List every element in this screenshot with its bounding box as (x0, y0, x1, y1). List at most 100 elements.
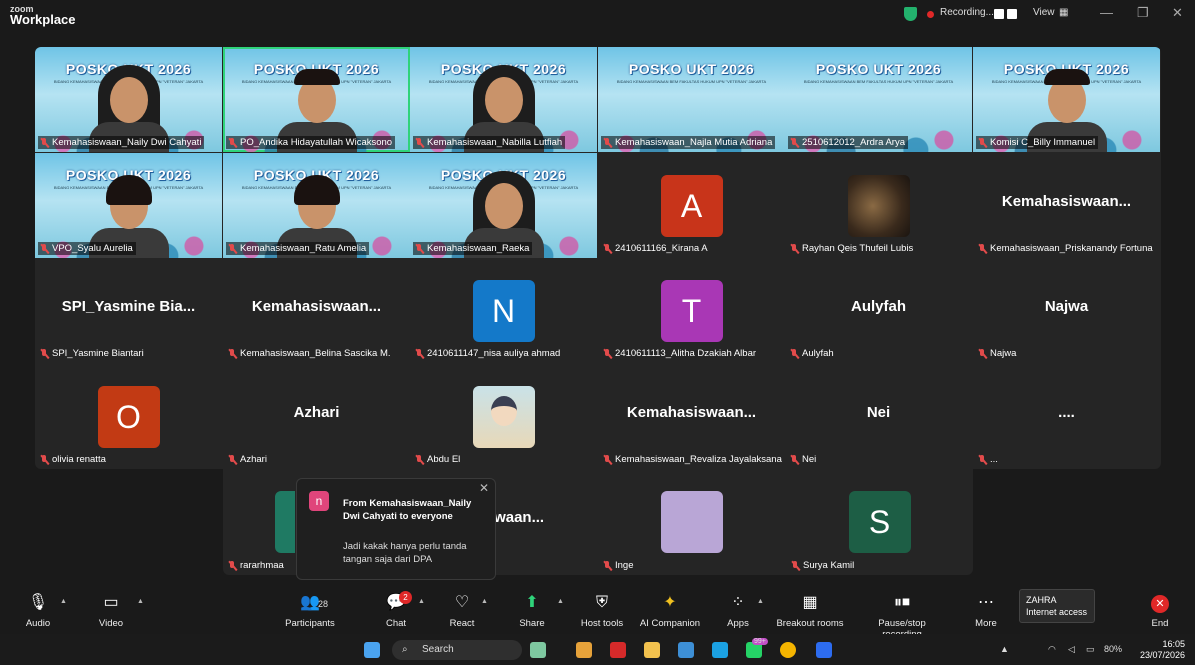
apps-options-chevron-icon[interactable]: ▲ (757, 598, 764, 605)
participant-tile[interactable]: POSKO UKT 2026BIDANG KEMAHASISWAAN BEM F… (785, 47, 972, 152)
pause-recording-icon[interactable] (994, 9, 1004, 19)
participant-tile[interactable]: S Surya Kamil (786, 469, 973, 575)
muted-mic-icon (978, 137, 987, 148)
breakout-rooms-button[interactable]: ▦ Breakout rooms (770, 592, 850, 629)
muted-mic-icon (415, 348, 424, 359)
audio-options-chevron-icon[interactable]: ▲ (60, 598, 67, 605)
participant-name-label: 2410611113_Alitha Dzakiah Albar (601, 347, 759, 360)
participant-tile[interactable]: POSKO UKT 2026BIDANG KEMAHASISWAAN BEM F… (410, 47, 597, 152)
muted-mic-icon (228, 454, 237, 465)
close-window-button[interactable]: ✕ (1172, 5, 1183, 21)
participant-tile[interactable]: POSKO UKT 2026BIDANG KEMAHASISWAAN BEM F… (410, 153, 597, 258)
participant-name-label: Kemahasiswaan_Naily Dwi Cahyati (38, 136, 205, 149)
close-icon[interactable]: ✕ (479, 481, 489, 495)
participant-display-name: Kemahasiswaan... (251, 298, 382, 315)
participant-tile[interactable]: POSKO UKT 2026BIDANG KEMAHASISWAAN BEM F… (223, 47, 410, 152)
participants-icon: 👥 (300, 594, 320, 611)
participant-tile[interactable]: Inge (598, 469, 785, 575)
chat-notification-message: Jadi kakak hanya perlu tanda tangan saja… (343, 541, 467, 565)
whatsapp-badge: 99+ (752, 638, 768, 645)
cartoon-face (490, 396, 517, 426)
edge-icon[interactable] (712, 642, 728, 658)
participants-button[interactable]: 👥 28 Participants (270, 592, 350, 629)
participant-name-label: Kemahasiswaan_Najla Mutia Adriana (601, 136, 776, 149)
participant-tile[interactable]: POSKO UKT 2026BIDANG KEMAHASISWAAN BEM F… (973, 47, 1160, 152)
participant-tile[interactable]: T 2410611113_Alitha Dzakiah Albar (598, 258, 785, 363)
react-options-chevron-icon[interactable]: ▲ (481, 598, 488, 605)
participant-tile[interactable]: SPI_Yasmine Bia... SPI_Yasmine Biantari (35, 258, 222, 363)
participant-name: Komisi C_Billy Immanuel (990, 137, 1096, 148)
participant-name-label: rararhmaa (226, 559, 287, 572)
participant-tile[interactable]: Kemahasiswaan... Kemahasiswaan_Belina Sas… (223, 258, 410, 363)
wifi-icon[interactable]: ◠ (1048, 644, 1056, 655)
participant-tile[interactable]: POSKO UKT 2026BIDANG KEMAHASISWAAN BEM F… (35, 153, 222, 258)
chat-notification-title: From Kemahasiswaan_Naily Dwi Cahyati to … (343, 498, 472, 522)
participant-avatar: A (660, 175, 723, 237)
participant-name-label: Najwa (976, 347, 1019, 360)
participant-name: VPO_Syalu Aurelia (52, 243, 133, 254)
encryption-shield-icon[interactable] (904, 7, 917, 21)
restore-button[interactable]: ❐ (1137, 5, 1149, 21)
participant-tile[interactable]: Nei Nei (785, 364, 972, 469)
muted-mic-icon (228, 348, 237, 359)
more-button[interactable]: ⋯ More (946, 592, 1026, 629)
taskbar-search[interactable]: ⌕ Search (392, 640, 522, 660)
participant-tile[interactable]: Aulyfah Aulyfah (785, 258, 972, 363)
participant-name: Aulyfah (802, 348, 834, 359)
volume-icon[interactable]: ◁ (1068, 644, 1075, 655)
network-tooltip: ZAHRA Internet access (1019, 589, 1095, 623)
virtual-background-title: POSKO UKT 2026 (815, 61, 942, 77)
participant-tile[interactable]: POSKO UKT 2026BIDANG KEMAHASISWAAN BEM F… (223, 153, 410, 258)
participant-tile[interactable]: A 2410611166_Kirana A (598, 153, 785, 258)
participant-tile[interactable]: Abdu El (410, 364, 597, 469)
apps-button[interactable]: ⁘ Apps (698, 592, 778, 629)
participant-tile[interactable]: Rayhan Qeis Thufeil Lubis (785, 153, 972, 258)
virtual-background-title: POSKO UKT 2026 (628, 61, 755, 77)
participant-tile[interactable]: Kemahasiswaan... Kemahasiswaan_Revaliza J… (598, 364, 785, 469)
store-icon[interactable] (678, 642, 694, 658)
participant-tile[interactable]: Najwa Najwa (973, 258, 1160, 363)
flowers-widget-icon[interactable] (530, 642, 546, 658)
muted-mic-icon (978, 243, 987, 254)
participant-name: Nei (802, 454, 817, 465)
participant-tile[interactable]: POSKO UKT 2026BIDANG KEMAHASISWAAN BEM F… (598, 47, 785, 152)
battery-icon[interactable]: ▭ (1086, 644, 1095, 655)
copilot-icon[interactable] (576, 642, 592, 658)
participant-tile[interactable]: POSKO UKT 2026BIDANG KEMAHASISWAAN BEM F… (35, 47, 222, 152)
grid-view-icon[interactable]: ▦ (1059, 7, 1068, 18)
participant-name: Abdu El (427, 454, 461, 465)
participant-tile[interactable]: N 2410611147_nisa auliya ahmad (410, 258, 597, 363)
muted-mic-icon (40, 348, 49, 359)
participant-display-name: Kemahasiswaan... (626, 404, 757, 421)
end-meeting-button[interactable]: ✕ End (1120, 592, 1195, 629)
show-hidden-icons-chevron-icon[interactable]: ▲ (1000, 644, 1009, 654)
participant-name: Kemahasiswaan_Ratu Amelia (240, 243, 367, 254)
battery-percent: 80% (1104, 644, 1123, 654)
windows-start-icon[interactable] (364, 642, 380, 658)
muted-mic-icon (603, 137, 612, 148)
participant-name-label: PO_Andika Hidayatullah Wicaksono (226, 136, 396, 149)
video-options-chevron-icon[interactable]: ▲ (137, 598, 144, 605)
file-explorer-icon[interactable] (644, 642, 660, 658)
participant-tile[interactable]: Oolivia renatta (35, 364, 222, 469)
zoom-app-icon[interactable] (816, 642, 832, 658)
chat-notification[interactable]: n From Kemahasiswaan_Naily Dwi Cahyati t… (296, 478, 496, 580)
chrome-icon[interactable] (780, 642, 796, 658)
muted-mic-icon (790, 137, 799, 148)
participant-tile[interactable]: Azhari Azhari (223, 364, 410, 469)
participant-name-label: Kemahasiswaan_Nabilla Lutfiah (413, 136, 566, 149)
participant-name-label: ... (976, 453, 1001, 466)
clock[interactable]: 16:05 23/07/2026 (1140, 639, 1185, 661)
react-button[interactable]: ♡ React (422, 592, 502, 629)
stop-recording-icon[interactable] (1007, 9, 1017, 19)
app-l-icon[interactable] (610, 642, 626, 658)
participant-display-name: Azhari (293, 404, 340, 421)
minimize-button[interactable]: — (1100, 5, 1113, 20)
participant-name: Kemahasiswaan_Revaliza Jayalaksana (615, 454, 782, 465)
meeting-toolbar: 🎙 Audio ▲ ▭ Video ▲ 👥 28 Participants 💬 … (0, 588, 1195, 640)
pause-stop-recording-button[interactable]: ⏸⏹ Pause/stop recording (862, 592, 942, 640)
view-button[interactable]: View (1033, 7, 1055, 18)
participant-tile[interactable]: ....... (973, 364, 1160, 469)
participant-avatar: N (472, 280, 535, 342)
participant-tile[interactable]: Kemahasiswaan... Kemahasiswaan_Priskanand… (973, 153, 1160, 258)
